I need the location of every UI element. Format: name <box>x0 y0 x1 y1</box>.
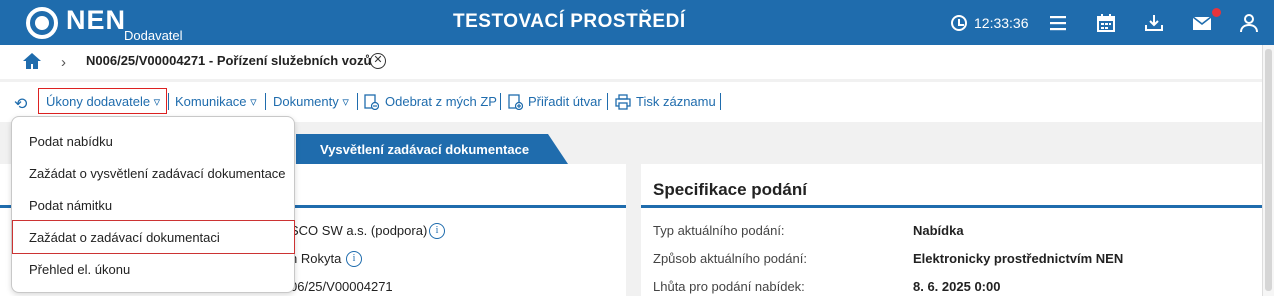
user-icon[interactable] <box>1239 13 1259 33</box>
komunikace-button[interactable]: Komunikace ▿ <box>175 94 257 110</box>
nen-logo-icon[interactable] <box>26 7 58 39</box>
document-remove-icon <box>364 94 379 110</box>
mail-icon[interactable] <box>1192 13 1212 33</box>
spec-label: Lhůta pro podání nabídek: <box>653 279 805 294</box>
ukony-dodavatele-button[interactable]: Úkony dodavatele ▿ <box>46 94 160 110</box>
clock-icon <box>951 15 967 31</box>
calendar-icon[interactable] <box>1096 13 1116 33</box>
breadcrumb-title: N006/25/V00004271 - Pořízení služebních … <box>86 53 372 68</box>
session-time: 12:33:36 <box>974 15 1029 31</box>
scrollbar[interactable] <box>1262 45 1274 296</box>
logo-subtitle: Dodavatel <box>124 28 183 43</box>
dokumenty-button[interactable]: Dokumenty ▿ <box>273 94 349 110</box>
toolbar-divider <box>168 93 169 110</box>
ukony-dropdown-menu: Podat nabídku Zažádat o vysvětlení zadáv… <box>11 116 295 293</box>
toolbar-divider <box>607 93 608 110</box>
spec-value: Elektronicky prostřednictvím NEN <box>913 251 1124 266</box>
spec-value: 8. 6. 2025 0:00 <box>913 279 1001 294</box>
spec-title: Specifikace podání <box>653 180 807 199</box>
spec-label: Typ aktuálního podání: <box>653 223 785 238</box>
left-row-value: n Rokyta <box>290 251 342 266</box>
priradit-button[interactable]: Přiřadit útvar <box>528 94 602 109</box>
download-icon[interactable] <box>1144 13 1164 33</box>
toolbar-divider <box>720 93 721 110</box>
menu-item-zadavaci-dokumentace[interactable]: Zažádat o zadávací dokumentaci <box>29 230 220 245</box>
notification-dot <box>1212 8 1221 17</box>
left-row-value: 06/25/V00004271 <box>290 279 393 294</box>
logo-text[interactable]: NEN <box>66 5 126 36</box>
info-icon[interactable]: i <box>346 251 362 267</box>
menu-icon[interactable] <box>1048 13 1068 33</box>
info-icon[interactable]: i <box>429 223 445 239</box>
odebrat-button[interactable]: Odebrat z mých ZP <box>385 94 497 109</box>
tisk-button[interactable]: Tisk záznamu <box>636 94 716 109</box>
spec-panel-divider <box>641 205 1262 208</box>
spec-value: Nabídka <box>913 223 964 238</box>
menu-item-prehled[interactable]: Přehled el. úkonu <box>29 262 130 277</box>
environment-title: TESTOVACÍ PROSTŘEDÍ <box>453 11 686 32</box>
document-assign-icon <box>508 94 523 110</box>
toolbar-divider <box>500 93 501 110</box>
left-row-value: SCO SW a.s. (podpora) <box>290 223 428 238</box>
print-icon <box>615 94 631 110</box>
home-icon[interactable] <box>22 52 42 70</box>
menu-item-namitka[interactable]: Podat námitku <box>29 198 112 213</box>
toolbar-divider <box>265 93 266 110</box>
menu-item-podat-nabidku[interactable]: Podat nabídku <box>29 134 113 149</box>
close-icon[interactable]: ✕ <box>370 53 386 69</box>
toolbar-divider <box>357 93 358 110</box>
chevron-right-icon: › <box>61 54 66 71</box>
tab-vysvetleni[interactable]: Vysvětlení zadávací dokumentace <box>296 134 568 164</box>
menu-item-vysvetleni[interactable]: Zažádat o vysvětlení zadávací dokumentac… <box>29 166 286 181</box>
tab-label: Vysvětlení zadávací dokumentace <box>320 142 530 157</box>
spec-label: Způsob aktuálního podání: <box>653 251 807 266</box>
refresh-icon[interactable]: ⟲ <box>14 94 27 114</box>
